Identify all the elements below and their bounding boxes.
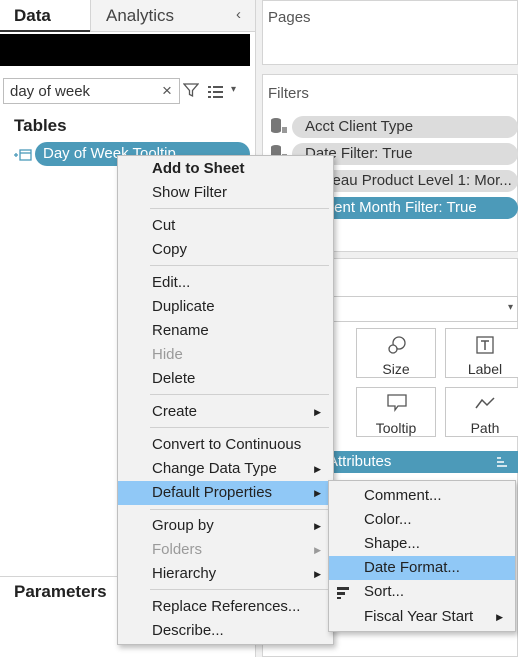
menu-separator [150,265,329,266]
submenu-arrow-icon: ▶ [314,464,321,474]
submenu-item-comment[interactable]: Comment... [329,484,515,508]
submenu-arrow-icon: ▶ [314,407,321,417]
menu-item-label: Fiscal Year Start [364,608,474,625]
menu-item-rename[interactable]: Rename [118,320,333,342]
menu-item-convert-to-continuous[interactable]: Convert to Continuous [118,434,333,456]
path-icon [475,396,495,415]
menu-item-label: Hierarchy [152,565,217,582]
menu-item-describe[interactable]: Describe... [118,620,333,642]
database-icon [270,117,288,140]
submenu-item-color[interactable]: Color... [329,508,515,532]
menu-item-edit[interactable]: Edit... [118,272,333,294]
menu-item-show-filter[interactable]: Show Filter [118,182,333,204]
size-label: Size [382,361,410,377]
menu-item-label: Create [152,403,198,420]
menu-separator [150,208,329,209]
parameters-heading: Parameters [14,582,107,601]
label-icon [476,336,494,359]
date-field-icon [14,148,32,166]
submenu-item-fiscal-year-start[interactable]: Fiscal Year Start ▶ [329,605,515,629]
menu-item-label: Default Properties [152,484,273,501]
menu-item-hierarchy[interactable]: Hierarchy ▶ [118,563,333,585]
view-list-icon[interactable] [208,85,226,103]
menu-item-label: Group by [152,517,214,534]
tooltip-label: Tooltip [375,420,417,436]
mark-type-dropdown[interactable] [330,296,518,322]
tab-analytics[interactable]: Analytics [90,0,255,32]
submenu-item-date-format[interactable]: Date Format... [329,556,515,580]
menu-item-add-to-sheet[interactable]: Add to Sheet [118,158,333,180]
menu-item-hide: Hide [152,346,183,363]
menu-item-group-by[interactable]: Group by ▶ [118,515,333,537]
menu-item-label: Change Data Type [152,460,277,477]
menu-item-copy[interactable]: Copy [118,239,333,261]
menu-item-folders: Folders ▶ [118,539,333,561]
submenu-item-shape[interactable]: Shape... [329,532,515,556]
submenu-arrow-icon: ▶ [314,569,321,579]
tooltip-icon [387,394,407,417]
attributes-pill[interactable]: Attributes [310,451,518,473]
path-label: Path [470,420,500,436]
submenu-arrow-icon: ▶ [314,488,321,498]
filters-title: Filters [268,85,309,102]
pages-title: Pages [268,9,311,26]
menu-item-change-data-type[interactable]: Change Data Type ▶ [118,458,333,480]
menu-item-delete[interactable]: Delete [118,368,333,390]
menu-item-duplicate[interactable]: Duplicate [118,296,333,318]
view-caret-icon[interactable]: ▾ [231,84,236,95]
submenu-arrow-icon: ▶ [314,545,321,555]
filter-icon[interactable] [182,82,200,103]
tab-data[interactable]: Data [0,0,90,32]
submenu-arrow-icon: ▶ [496,612,503,622]
size-icon [387,335,407,360]
clear-search-icon[interactable]: × [162,81,172,101]
menu-item-create[interactable]: Create ▶ [118,401,333,423]
submenu-item-sort[interactable]: Sort... [329,580,515,604]
search-input-value: day of week [10,83,91,100]
filter-pill-acct-client-type[interactable]: Acct Client Type [292,116,518,138]
menu-separator [150,509,329,510]
tables-heading: Tables [14,116,67,135]
submenu-arrow-icon: ▶ [314,521,321,531]
menu-item-default-properties[interactable]: Default Properties ▶ [118,481,333,505]
menu-separator [150,394,329,395]
menu-item-replace-references[interactable]: Replace References... [118,596,333,618]
menu-item-cut[interactable]: Cut [118,215,333,237]
menu-separator [150,589,329,590]
menu-item-label: Folders [152,541,203,558]
chevron-down-icon[interactable]: ▾ [508,302,513,313]
label-label: Label [467,361,503,377]
menu-separator [150,427,329,428]
sort-lines-icon [495,455,507,473]
redacted-datasource-bar [0,34,250,66]
collapse-pane-button[interactable]: ‹ [236,6,241,23]
